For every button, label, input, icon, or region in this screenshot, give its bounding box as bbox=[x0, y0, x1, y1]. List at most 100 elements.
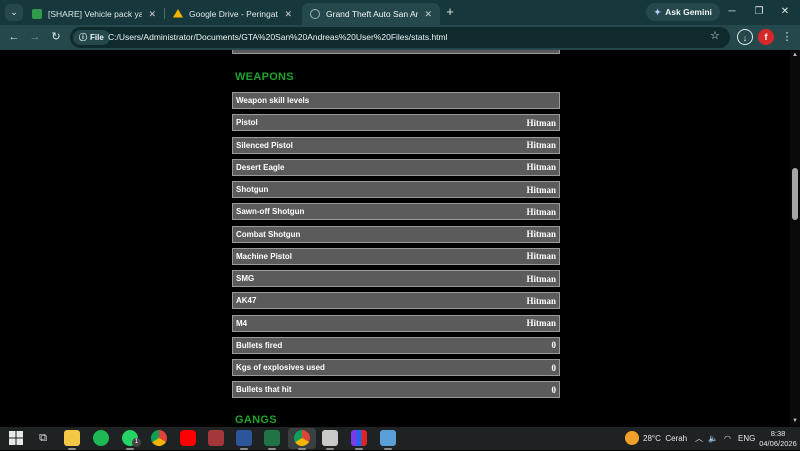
page-content: WEAPONS Weapon skill levels Pistol Hitman… bbox=[0, 50, 800, 427]
arrow-right-icon: → bbox=[29, 31, 41, 43]
page-scrollbar[interactable]: ▲ ▼ bbox=[790, 50, 800, 427]
weapon-label: M4 bbox=[236, 318, 248, 328]
skill-value: Hitman bbox=[526, 295, 556, 306]
table-row: Machine Pistol Hitman bbox=[232, 247, 560, 265]
close-window-button[interactable]: ✕ bbox=[777, 3, 793, 21]
excel-icon[interactable] bbox=[264, 430, 280, 450]
forward-button[interactable]: → bbox=[27, 29, 43, 45]
weapon-label: Shotgun bbox=[236, 185, 269, 194]
weapon-label: Combat Shotgun bbox=[236, 229, 301, 239]
clock-time: 8:38 bbox=[770, 429, 786, 438]
gangs-heading: GANGS bbox=[235, 414, 277, 426]
weapon-label: SMG bbox=[236, 274, 255, 283]
printer-app-icon[interactable] bbox=[322, 430, 338, 450]
tab-search-button[interactable]: ⌄ bbox=[5, 4, 23, 21]
close-icon[interactable]: ✕ bbox=[148, 9, 156, 20]
reload-icon: ↻ bbox=[51, 31, 61, 43]
stat-value: 0 bbox=[551, 384, 557, 395]
stat-value: 0 bbox=[551, 362, 557, 373]
tray-chevron-icon[interactable]: ︿ bbox=[695, 427, 703, 450]
close-icon[interactable]: ✕ bbox=[284, 9, 292, 20]
address-bar[interactable]: ⓘ File C:/Users/Administrator/Documents/… bbox=[70, 27, 730, 48]
windows-start-icon[interactable] bbox=[8, 430, 24, 446]
photos-icon[interactable] bbox=[380, 430, 396, 450]
globe-favicon-icon bbox=[310, 9, 320, 19]
bookmark-star-icon[interactable]: ☆ bbox=[710, 29, 720, 42]
arrow-left-icon: ← bbox=[8, 31, 20, 43]
weather-widget[interactable]: 28°C Cerah bbox=[643, 427, 687, 450]
weather-sun-icon[interactable] bbox=[625, 431, 639, 445]
skill-value: Hitman bbox=[526, 318, 556, 328]
chevron-down-icon: ⌄ bbox=[10, 7, 18, 17]
weapon-label: Machine Pistol bbox=[236, 251, 293, 261]
weather-temperature: 28°C bbox=[643, 434, 661, 443]
extension-icon[interactable]: f bbox=[758, 29, 774, 45]
minimize-button[interactable]: ─ bbox=[724, 3, 740, 21]
sheet-favicon-icon bbox=[32, 9, 42, 19]
weapon-label: AK47 bbox=[236, 296, 257, 306]
weapon-label: Pistol bbox=[236, 118, 258, 128]
clock-date: 04/06/2026 bbox=[759, 438, 797, 448]
table-row: Bullets fired 0 bbox=[232, 336, 560, 354]
wifi-icon[interactable]: ◠ bbox=[724, 427, 731, 450]
skill-value: Hitman bbox=[526, 229, 556, 239]
skill-value: Hitman bbox=[526, 117, 556, 128]
tab-vehicle-pack[interactable]: [SHARE] Vehicle pack yang sep ✕ bbox=[24, 3, 164, 25]
table-row: Shotgun Hitman bbox=[232, 181, 560, 198]
weapon-label: Silenced Pistol bbox=[236, 140, 293, 150]
table-header-row: Weapon skill levels bbox=[232, 92, 560, 109]
volume-icon[interactable]: 🔈 bbox=[708, 427, 718, 450]
skill-value: Hitman bbox=[526, 251, 556, 262]
language-indicator[interactable]: ENG bbox=[738, 427, 755, 450]
file-explorer-icon[interactable] bbox=[64, 430, 80, 450]
table-row: Pistol Hitman bbox=[232, 114, 560, 132]
chrome-icon[interactable] bbox=[151, 430, 167, 446]
table-row: Desert Eagle Hitman bbox=[232, 158, 560, 176]
weapon-label: Sawn-off Shotgun bbox=[236, 207, 305, 217]
scroll-down-icon[interactable]: ▼ bbox=[792, 418, 798, 424]
table-row: SMG Hitman bbox=[232, 270, 560, 287]
drive-favicon-icon bbox=[173, 9, 183, 18]
weapons-heading: WEAPONS bbox=[235, 71, 294, 83]
tab-gta-stats[interactable]: Grand Theft Auto San Andreas ✕ bbox=[302, 3, 440, 25]
tab-strip: ⌄ [SHARE] Vehicle pack yang sep ✕ Google… bbox=[0, 0, 800, 25]
ask-gemini-button[interactable]: ✦ Ask Gemini bbox=[646, 3, 720, 21]
stat-label: Bullets fired bbox=[236, 340, 283, 350]
task-view-icon[interactable]: ⧉ bbox=[35, 430, 51, 446]
word-icon[interactable] bbox=[236, 430, 252, 450]
info-icon: ⓘ bbox=[79, 33, 87, 42]
stat-label: Kgs of explosives used bbox=[236, 363, 325, 372]
site-info-chip[interactable]: ⓘ File bbox=[73, 30, 110, 45]
weather-condition: Cerah bbox=[665, 434, 688, 443]
restore-button[interactable]: ❐ bbox=[751, 3, 767, 21]
close-icon[interactable]: ✕ bbox=[424, 9, 432, 20]
reload-button[interactable]: ↻ bbox=[48, 29, 64, 45]
ask-gemini-label: Ask Gemini bbox=[665, 7, 712, 17]
stat-value: 0 bbox=[551, 340, 557, 351]
notification-badge: 1 bbox=[132, 438, 141, 447]
weapon-label: Desert Eagle bbox=[236, 162, 285, 172]
system-clock[interactable]: 8:38 04/06/2026 bbox=[758, 429, 798, 448]
access-icon[interactable] bbox=[208, 430, 224, 446]
download-icon[interactable]: ↓ bbox=[737, 29, 753, 45]
spotify-icon[interactable] bbox=[93, 430, 109, 446]
skill-value: Hitman bbox=[526, 206, 556, 217]
url-text[interactable]: C:/Users/Administrator/Documents/GTA%20S… bbox=[108, 27, 448, 48]
winrar-icon[interactable] bbox=[351, 430, 367, 450]
youtube-icon[interactable] bbox=[180, 430, 196, 446]
scroll-thumb[interactable] bbox=[792, 168, 798, 220]
table-row: M4 Hitman bbox=[232, 314, 560, 332]
more-menu-icon[interactable]: ⋮ bbox=[779, 29, 795, 45]
gemini-sparkle-icon: ✦ bbox=[654, 6, 662, 17]
new-tab-button[interactable]: + bbox=[443, 4, 457, 20]
weapons-stats-table: Weapon skill levels Pistol Hitman Silence… bbox=[232, 92, 560, 404]
skill-value: Hitman bbox=[526, 140, 556, 150]
tab-google-drive[interactable]: Google Drive - Peringatan pem ✕ bbox=[165, 3, 300, 25]
back-button[interactable]: ← bbox=[6, 29, 22, 45]
whatsapp-icon[interactable]: 1 bbox=[122, 430, 141, 450]
chrome-active-icon[interactable] bbox=[294, 430, 310, 450]
skill-value: Hitman bbox=[526, 184, 556, 195]
skill-header-label: Weapon skill levels bbox=[236, 96, 310, 105]
table-row: AK47 Hitman bbox=[232, 292, 560, 310]
scroll-up-icon[interactable]: ▲ bbox=[792, 52, 798, 58]
